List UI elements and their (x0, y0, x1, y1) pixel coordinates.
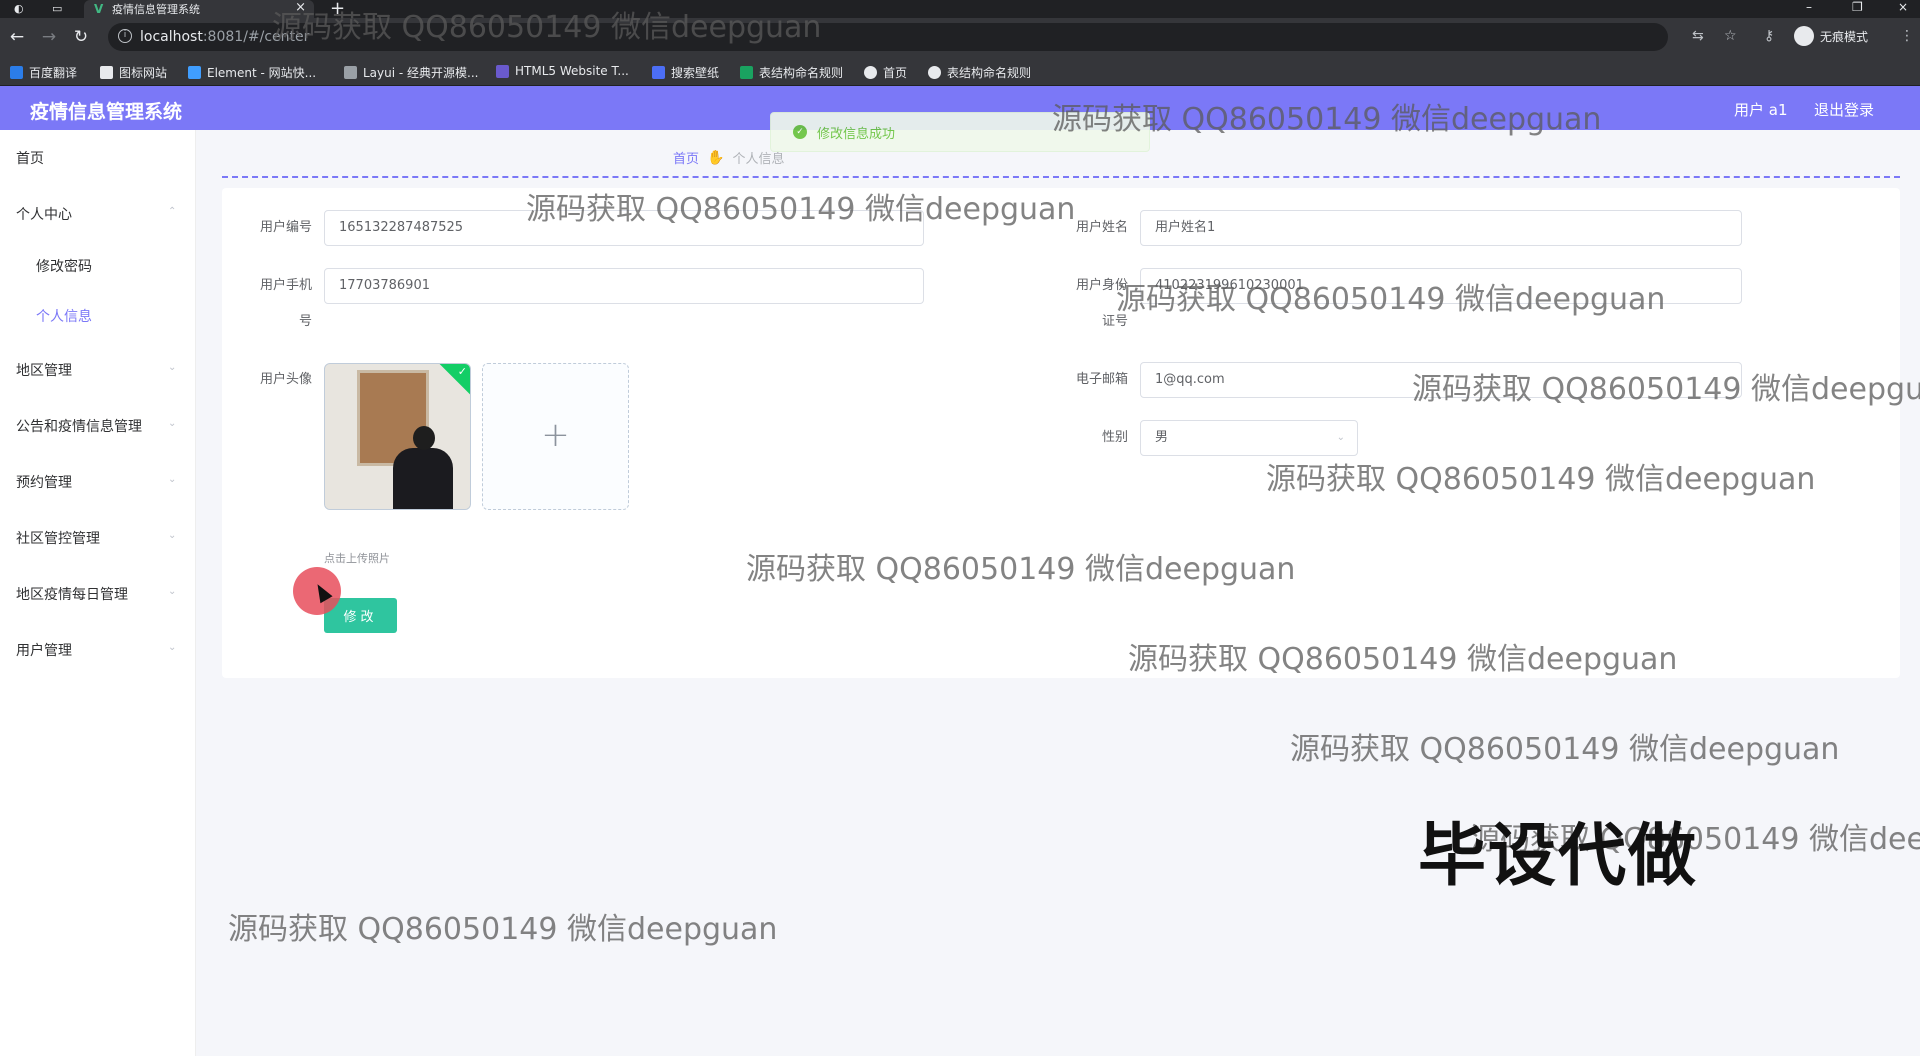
sidebar-item-home[interactable]: 首页 (16, 148, 44, 168)
globe-bookmark-icon (864, 66, 877, 79)
chevron-down-icon: ⌄ (168, 586, 177, 597)
avatar-label: 用户头像 (259, 372, 312, 387)
gender-value: 男 (1155, 430, 1169, 445)
sidebar-item-personal-info[interactable]: 个人信息 (36, 306, 92, 326)
reload-icon[interactable]: ↻ (70, 26, 92, 48)
window-icon[interactable]: ▭ (52, 2, 66, 15)
user-name-label: 用户姓名 (1075, 220, 1128, 235)
chevron-down-icon: ⌄ (168, 418, 177, 429)
layui-bookmark-icon (344, 66, 357, 79)
sidebar-item-users[interactable]: 用户管理 (16, 640, 72, 660)
current-user: 用户 a1 (1734, 101, 1788, 119)
sidebar: 首页 个人中心 ⌃ 修改密码 个人信息 地区管理 ⌄ 公告和疫情信息管理 ⌄ 预… (0, 130, 196, 1056)
wallpaper-bookmark-icon (652, 66, 665, 79)
incognito-icon (1794, 26, 1814, 46)
hand-icon: ✋ (707, 149, 725, 166)
watermark-big-text: 毕设代做 (1418, 817, 1699, 896)
sidebar-item-region[interactable]: 地区管理 (16, 360, 72, 380)
id-card-label: 用户身份 (1075, 278, 1128, 293)
upload-tip: 点击上传照片 (324, 552, 390, 565)
tab-close-icon[interactable]: × (295, 0, 306, 15)
email-label: 电子邮箱 (1075, 372, 1128, 387)
close-window-icon[interactable]: × (1898, 0, 1908, 14)
browser-toolbar: ← → ↻ i localhost:8081/#/center ⇆ ☆ ⚷ 无痕… (0, 18, 1920, 56)
success-toast: ✓ 修改信息成功 (770, 112, 1150, 152)
chevron-down-icon: ⌄ (168, 362, 177, 373)
avatar-thumbnail[interactable]: ✓ (324, 363, 471, 510)
phone-label-suffix: 号 (298, 314, 312, 329)
success-check-icon: ✓ (793, 125, 807, 139)
element-bookmark-icon (188, 66, 201, 79)
phone-field[interactable]: 17703786901 (324, 268, 924, 304)
check-icon: ✓ (457, 365, 467, 378)
key-icon[interactable]: ⚷ (1764, 28, 1774, 44)
new-tab-icon[interactable]: + (330, 0, 345, 19)
upload-button[interactable]: + (482, 363, 629, 510)
breadcrumb-home[interactable]: 首页 (673, 148, 699, 167)
back-icon[interactable]: ← (6, 26, 28, 48)
tab-title: 疫情信息管理系统 (112, 3, 200, 16)
app-title: 疫情信息管理系统 (30, 101, 183, 123)
bookmark-item[interactable]: Layui - 经典开源模... (344, 64, 478, 81)
sidebar-item-daily[interactable]: 地区疫情每日管理 (16, 584, 128, 604)
bookmark-item[interactable]: 表结构命名规则 (740, 64, 843, 81)
sidebar-item-appointment[interactable]: 预约管理 (16, 472, 72, 492)
sidebar-item-personal-center[interactable]: 个人中心 (16, 204, 72, 224)
toast-message: 修改信息成功 (817, 126, 896, 142)
divider (222, 176, 1900, 178)
translate-icon[interactable]: ⇆ (1692, 28, 1704, 44)
id-card-label-suffix: 证号 (1101, 314, 1128, 329)
chevron-down-icon: ⌄ (1336, 432, 1345, 443)
gender-select[interactable]: 男 ⌄ (1140, 420, 1358, 456)
tab-current[interactable]: V 疫情信息管理系统 × (84, 0, 314, 18)
address-url: localhost:8081/#/center (140, 29, 310, 45)
bookmark-star-icon[interactable]: ☆ (1724, 28, 1737, 44)
translate-bookmark-icon (10, 66, 23, 79)
sidebar-item-community[interactable]: 社区管控管理 (16, 528, 100, 548)
logout-link[interactable]: 退出登录 (1814, 99, 1874, 120)
browser-tabstrip: ◐ ▭ V 疫情信息管理系统 × + – ❐ × (0, 0, 1920, 19)
user-no-field[interactable]: 165132287487525 (324, 210, 924, 246)
chevron-down-icon: ⌄ (168, 642, 177, 653)
bookmark-item[interactable]: 首页 (864, 64, 907, 81)
bookmark-item[interactable]: HTML5 Website T... (496, 64, 629, 78)
gender-label: 性别 (1101, 430, 1128, 445)
address-bar[interactable]: i localhost:8081/#/center (108, 23, 1668, 51)
id-card-field[interactable]: 410223199610230001 (1140, 268, 1742, 304)
breadcrumb: 首页 ✋ 个人信息 (673, 148, 784, 168)
menu-kebab-icon[interactable]: ⋮ (1900, 28, 1914, 44)
bookmark-item[interactable]: Element - 网站快... (188, 64, 316, 81)
bookmark-item[interactable]: 百度翻译 (10, 64, 77, 81)
site-info-icon[interactable]: i (118, 29, 132, 43)
user-no-label: 用户编号 (259, 220, 312, 235)
minimize-icon[interactable]: – (1806, 0, 1812, 14)
bookmarks-bar: 百度翻译 图标网站 Element - 网站快... Layui - 经典开源模… (0, 56, 1920, 86)
person-silhouette (393, 448, 453, 509)
sidebar-item-notice[interactable]: 公告和疫情信息管理 (16, 416, 142, 436)
forward-icon[interactable]: → (38, 26, 60, 48)
sheet-bookmark-icon (740, 66, 753, 79)
globe-bookmark-icon (928, 66, 941, 79)
incognito-badge[interactable]: 无痕模式 (1794, 26, 1868, 46)
restore-icon[interactable]: ❐ (1852, 0, 1863, 14)
flag-bookmark-icon (100, 66, 113, 79)
bookmark-item[interactable]: 搜索壁纸 (652, 64, 719, 81)
sidebar-item-change-password[interactable]: 修改密码 (36, 256, 92, 276)
phone-label: 用户手机 (259, 278, 312, 293)
bookmark-item[interactable]: 图标网站 (100, 64, 167, 81)
vue-favicon-icon: V (94, 2, 104, 16)
html5-bookmark-icon (496, 64, 509, 78)
email-field[interactable]: 1@qq.com (1140, 362, 1742, 398)
chevron-down-icon: ⌄ (168, 530, 177, 541)
chevron-up-icon: ⌃ (168, 206, 177, 217)
user-name-field[interactable]: 用户姓名1 (1140, 210, 1742, 246)
incognito-menu-icon[interactable]: ◐ (14, 2, 28, 15)
bookmark-item[interactable]: 表结构命名规则 (928, 64, 1031, 81)
chevron-down-icon: ⌄ (168, 474, 177, 485)
